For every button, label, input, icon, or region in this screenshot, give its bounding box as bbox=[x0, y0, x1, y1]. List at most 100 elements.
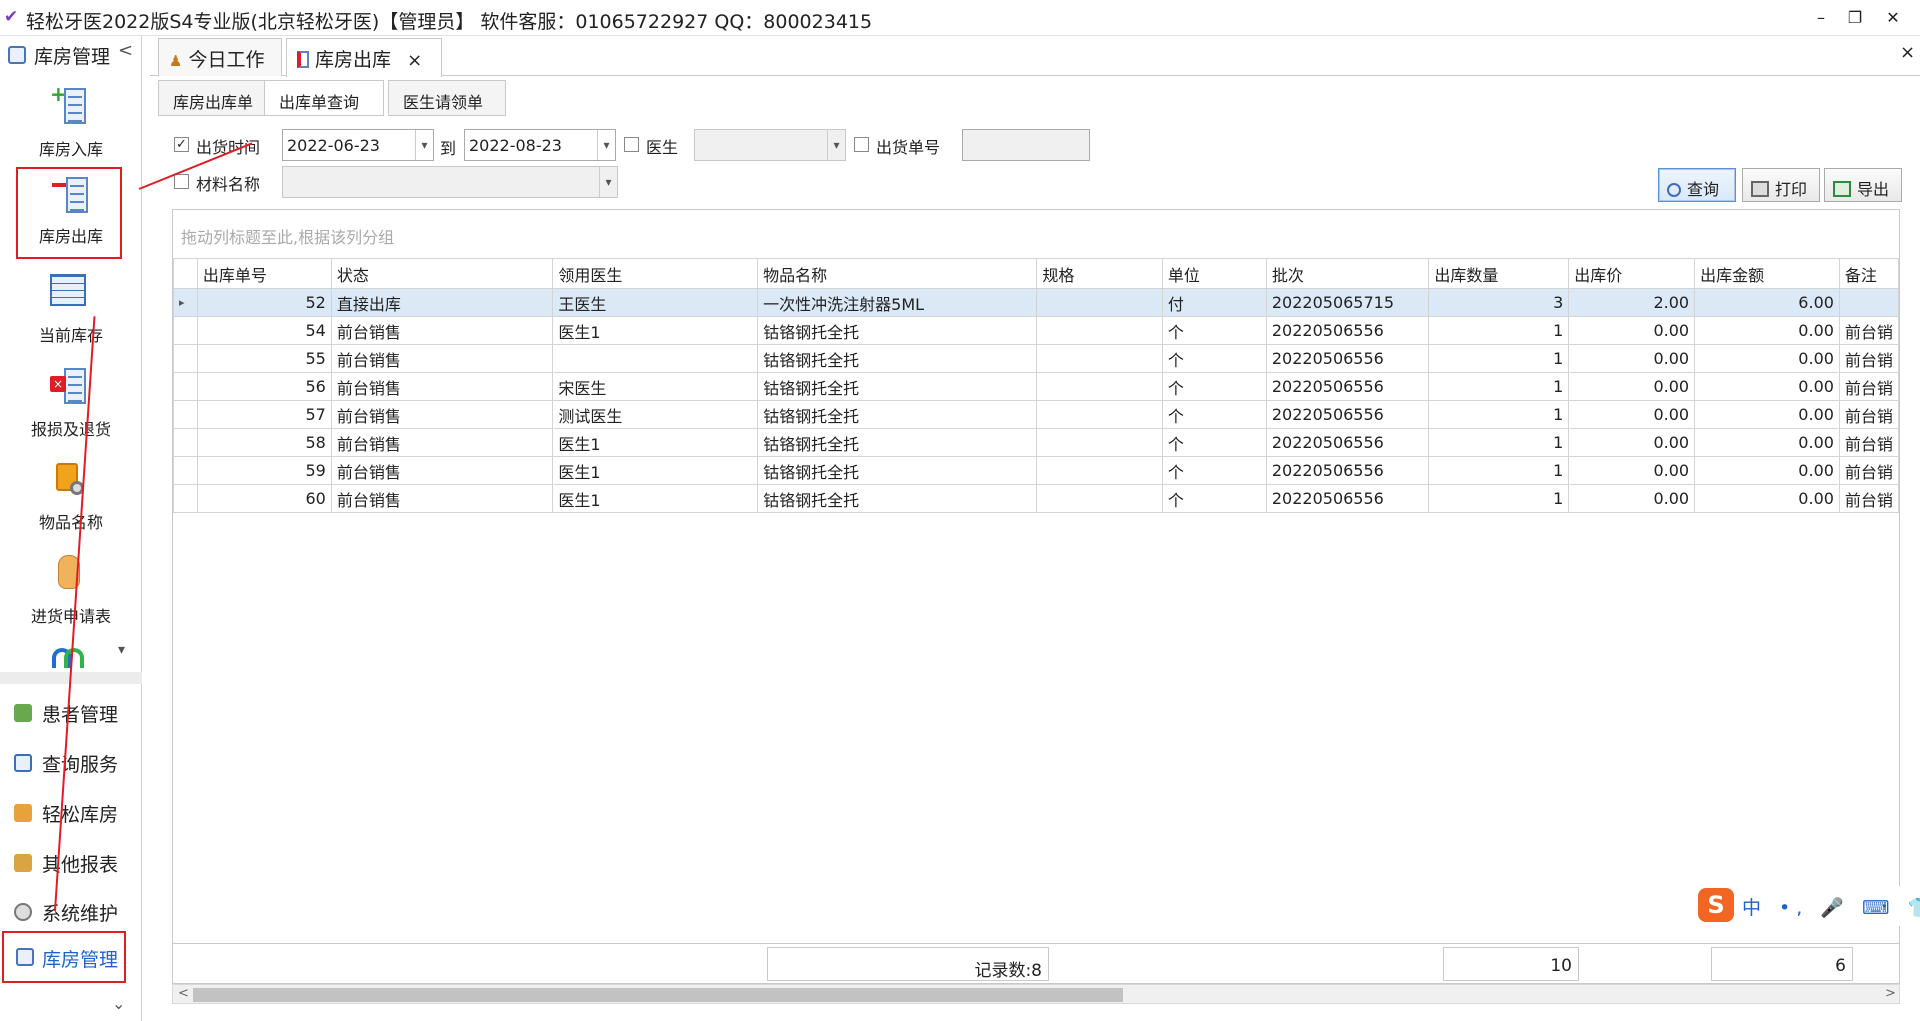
close-all-icon[interactable]: × bbox=[1900, 42, 1915, 63]
table-cell[interactable] bbox=[552, 344, 759, 373]
table-cell[interactable] bbox=[1036, 400, 1163, 429]
export-button[interactable]: 导出 bbox=[1824, 168, 1902, 202]
column-header[interactable]: 规格 bbox=[1036, 258, 1163, 289]
sogou-logo-icon[interactable]: S bbox=[1698, 888, 1734, 922]
table-cell[interactable]: 钴铬钢托全托 bbox=[757, 316, 1038, 345]
table-cell[interactable]: 前台销 bbox=[1838, 400, 1900, 429]
table-cell[interactable]: 钴铬钢托全托 bbox=[757, 484, 1038, 513]
table-cell[interactable]: 202205065715 bbox=[1265, 288, 1430, 317]
material-name-select[interactable]: ▾ bbox=[282, 166, 618, 198]
query-button[interactable]: 查询 bbox=[1658, 168, 1736, 202]
table-cell[interactable]: 20220506556 bbox=[1265, 400, 1430, 429]
table-cell[interactable]: 前台销售 bbox=[330, 372, 554, 401]
table-cell[interactable]: 20220506556 bbox=[1265, 372, 1430, 401]
table-cell[interactable]: 钴铬钢托全托 bbox=[757, 400, 1038, 429]
table-cell[interactable]: 直接出库 bbox=[330, 288, 554, 317]
table-cell[interactable]: 医生1 bbox=[552, 484, 759, 513]
table-cell[interactable]: 0.00 bbox=[1568, 484, 1696, 513]
table-cell[interactable] bbox=[1036, 316, 1163, 345]
tab-stock-out[interactable]: 库房出库 × bbox=[286, 38, 442, 77]
table-cell[interactable]: 0.00 bbox=[1694, 484, 1840, 513]
table-cell[interactable]: 王医生 bbox=[552, 288, 759, 317]
column-header[interactable]: 批次 bbox=[1265, 258, 1430, 289]
table-cell[interactable]: 6.00 bbox=[1694, 288, 1840, 317]
sidebar-item-purchase-request[interactable]: 进货申请表 bbox=[0, 547, 142, 637]
sidebar-item-current-stock[interactable]: 当前库存 bbox=[0, 266, 142, 356]
sidebar-item-stock-out[interactable]: 库房出库 bbox=[16, 167, 122, 259]
subtab-stock-out-form[interactable]: 库房出库单 bbox=[158, 80, 266, 116]
minimize-button[interactable]: – bbox=[1806, 6, 1836, 30]
column-header[interactable]: 出库价 bbox=[1568, 258, 1696, 289]
print-button[interactable]: 打印 bbox=[1742, 168, 1820, 202]
table-cell[interactable]: 0.00 bbox=[1694, 372, 1840, 401]
table-cell[interactable] bbox=[1036, 344, 1163, 373]
table-cell[interactable] bbox=[1838, 288, 1900, 317]
table-row[interactable]: 57 前台销售 测试医生 钴铬钢托全托个 20220506556 1 0.00 0.00 前台销 bbox=[173, 400, 1900, 429]
table-cell[interactable]: 20220506556 bbox=[1265, 456, 1430, 485]
tab-today-work[interactable]: ♟ 今日工作 bbox=[158, 38, 282, 76]
table-row[interactable]: 58 前台销售 医生1 钴铬钢托全托个 20220506556 1 0.00 0.00 前台销 bbox=[173, 428, 1900, 457]
date-to-picker[interactable]: 2022-08-23 ▾ bbox=[464, 129, 616, 161]
table-cell[interactable]: 钴铬钢托全托 bbox=[757, 372, 1038, 401]
table-cell[interactable]: 前台销 bbox=[1838, 344, 1900, 373]
table-cell[interactable]: 付 bbox=[1161, 288, 1267, 317]
nav-other-reports[interactable]: 其他报表 bbox=[0, 840, 142, 886]
sidebar-item-loss-return[interactable]: × 报损及退货 bbox=[0, 360, 142, 450]
table-cell[interactable]: 前台销售 bbox=[330, 484, 554, 513]
table-cell[interactable]: 个 bbox=[1161, 344, 1267, 373]
scroll-thumb[interactable] bbox=[193, 988, 1123, 1002]
column-header[interactable]: 物品名称 bbox=[757, 258, 1038, 289]
table-cell[interactable]: 52 bbox=[196, 288, 332, 317]
table-row[interactable]: 55 前台销售 钴铬钢托全托个 20220506556 1 0.00 0.00 前台销 bbox=[173, 344, 1900, 373]
table-cell[interactable]: 20220506556 bbox=[1265, 344, 1430, 373]
ship-time-checkbox[interactable]: ✓ bbox=[174, 137, 189, 152]
table-cell[interactable]: 前台销售 bbox=[330, 428, 554, 457]
subtab-stock-out-query[interactable]: 出库单查询 bbox=[264, 80, 384, 116]
table-cell[interactable]: 1 bbox=[1428, 400, 1570, 429]
table-cell[interactable]: 个 bbox=[1161, 372, 1267, 401]
doctor-select[interactable]: ▾ bbox=[694, 129, 846, 161]
table-cell[interactable]: 前台销售 bbox=[330, 344, 554, 373]
collapse-chevron-icon[interactable]: < bbox=[118, 40, 133, 61]
table-cell[interactable] bbox=[1036, 456, 1163, 485]
table-cell[interactable]: 前台销 bbox=[1838, 316, 1900, 345]
table-cell[interactable]: 0.00 bbox=[1568, 372, 1696, 401]
table-row[interactable]: ▸ 52 直接出库 王医生 一次性冲洗注射器5ML 付 202205065715 3 2.00 6… bbox=[173, 288, 1900, 317]
table-cell[interactable]: 前台销 bbox=[1838, 456, 1900, 485]
table-cell[interactable]: 0.00 bbox=[1694, 316, 1840, 345]
table-cell[interactable] bbox=[1036, 288, 1163, 317]
table-cell[interactable]: 0.00 bbox=[1694, 400, 1840, 429]
table-cell[interactable] bbox=[1036, 484, 1163, 513]
table-cell[interactable]: 1 bbox=[1428, 316, 1570, 345]
table-cell[interactable]: 个 bbox=[1161, 400, 1267, 429]
chevron-down-icon[interactable]: ▾ bbox=[599, 167, 617, 197]
table-cell[interactable]: 2.00 bbox=[1568, 288, 1696, 317]
table-cell[interactable]: 0.00 bbox=[1568, 344, 1696, 373]
more-apps-icon[interactable] bbox=[52, 648, 86, 670]
table-row[interactable]: 56 前台销售 宋医生 钴铬钢托全托个 20220506556 1 0.00 0.00 前台销 bbox=[173, 372, 1900, 401]
doctor-checkbox[interactable] bbox=[624, 137, 639, 152]
chevron-down-icon[interactable]: ▾ bbox=[597, 130, 615, 160]
nav-system-maintenance[interactable]: 系统维护 bbox=[0, 889, 142, 935]
horizontal-scrollbar[interactable]: < > bbox=[172, 984, 1900, 1004]
table-cell[interactable]: 58 bbox=[196, 428, 332, 457]
ime-toolbar[interactable]: S 中 •, 🎤 ⌨ 👕 ⊞ bbox=[1698, 886, 1920, 926]
table-row[interactable]: 59 前台销售 医生1 钴铬钢托全托个 20220506556 1 0.00 0.00 前台销 bbox=[173, 456, 1900, 485]
column-header[interactable]: 状态 bbox=[330, 258, 554, 289]
table-cell[interactable]: 测试医生 bbox=[552, 400, 759, 429]
table-cell[interactable]: 医生1 bbox=[552, 316, 759, 345]
table-row[interactable]: 60 前台销售 医生1 钴铬钢托全托个 20220506556 1 0.00 0.00 前台销 bbox=[173, 484, 1900, 513]
expand-arrow-icon[interactable]: ▾ bbox=[118, 642, 125, 658]
sidebar-item-item-names[interactable]: 物品名称 bbox=[0, 453, 142, 543]
column-header[interactable]: 单位 bbox=[1161, 258, 1267, 289]
sidebar-header[interactable]: 库房管理 < bbox=[6, 40, 136, 70]
table-cell[interactable]: 56 bbox=[196, 372, 332, 401]
subtab-doctor-requisition[interactable]: 医生请领单 bbox=[388, 80, 506, 116]
table-cell[interactable]: 个 bbox=[1161, 316, 1267, 345]
table-cell[interactable]: 前台销售 bbox=[330, 456, 554, 485]
order-no-input[interactable] bbox=[962, 129, 1090, 161]
table-cell[interactable]: 55 bbox=[196, 344, 332, 373]
table-cell[interactable]: 0.00 bbox=[1568, 400, 1696, 429]
date-from-picker[interactable]: 2022-06-23 ▾ bbox=[282, 129, 434, 161]
table-cell[interactable]: 57 bbox=[196, 400, 332, 429]
